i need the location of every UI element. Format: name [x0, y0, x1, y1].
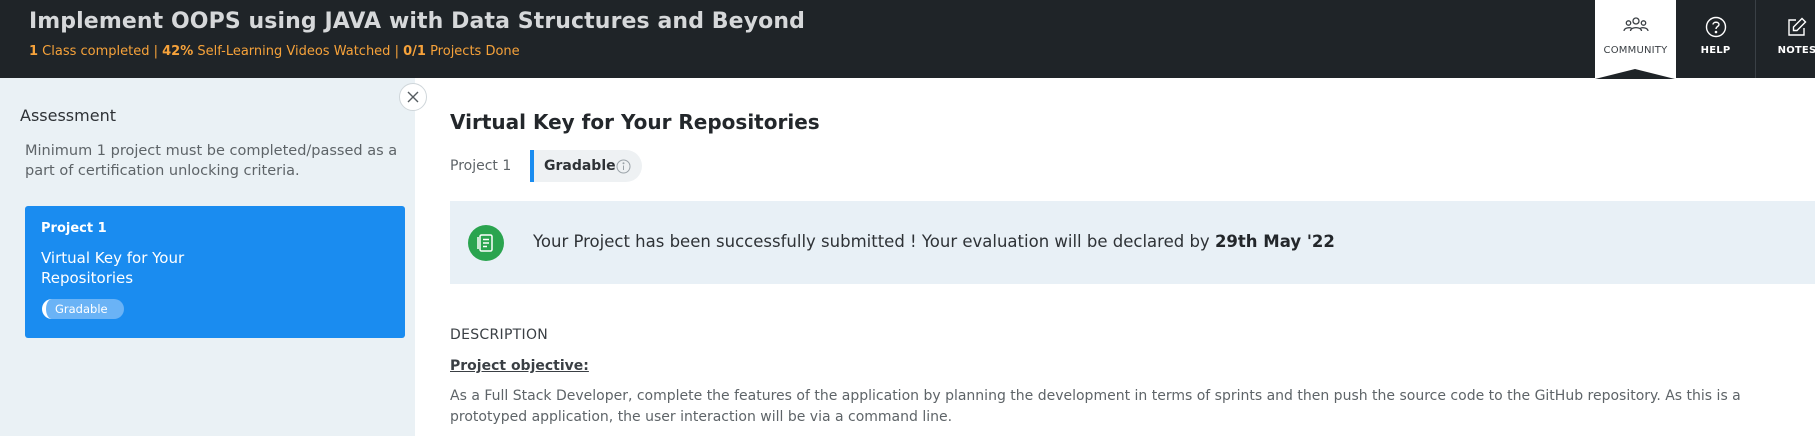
classes-count: 1: [29, 44, 39, 59]
close-sidebar-button[interactable]: [399, 83, 427, 111]
course-progress: 1 Class completed | 42% Self-Learning Vi…: [29, 44, 520, 59]
objective-text: As a Full Stack Developer, complete the …: [450, 388, 1741, 425]
success-message-text: Your Project has been successfully submi…: [533, 232, 1215, 251]
assessment-sidebar: Assessment Minimum 1 project must be com…: [0, 78, 415, 436]
help-icon: [1705, 16, 1727, 42]
objective-heading: Project objective:: [450, 358, 589, 374]
projects-text: Projects Done: [425, 44, 520, 59]
success-message: Your Project has been successfully submi…: [533, 232, 1335, 251]
project-label: Project 1: [450, 158, 512, 174]
course-header: Implement OOPS using JAVA with Data Stru…: [0, 0, 1815, 79]
help-button[interactable]: HELP: [1676, 0, 1756, 78]
document-check-icon: [468, 225, 504, 261]
submission-success-banner: Your Project has been successfully submi…: [450, 201, 1815, 284]
project-card[interactable]: Project 1 Virtual Key for Your Repositor…: [25, 206, 405, 338]
info-icon[interactable]: [616, 159, 631, 178]
notes-label: NOTES: [1777, 45, 1815, 56]
gradable-tag: Gradable: [530, 150, 642, 182]
description-heading: DESCRIPTION: [450, 327, 549, 343]
videos-text: Self-Learning Videos Watched |: [193, 44, 404, 59]
projects-count: 0/1: [403, 44, 426, 59]
classes-text: Class completed |: [38, 44, 163, 59]
course-title: Implement OOPS using JAVA with Data Stru…: [29, 9, 805, 34]
community-button[interactable]: COMMUNITY: [1595, 0, 1676, 79]
community-icon: [1622, 16, 1649, 38]
project-card-badge: Gradable: [42, 299, 124, 319]
videos-percent: 42%: [162, 44, 194, 59]
help-label: HELP: [1700, 45, 1731, 56]
sidebar-title: Assessment: [20, 106, 116, 125]
community-label: COMMUNITY: [1603, 45, 1668, 56]
evaluation-date: 29th May '22: [1214, 232, 1335, 251]
project-card-title: Virtual Key for Your Repositories: [41, 249, 185, 287]
sidebar-description: Minimum 1 project must be completed/pass…: [25, 143, 398, 179]
project-card-number: Project 1: [41, 221, 107, 236]
notes-button[interactable]: NOTES: [1757, 0, 1815, 78]
notes-icon: [1786, 16, 1808, 42]
page-title: Virtual Key for Your Repositories: [450, 110, 820, 134]
gradable-label: Gradable: [544, 158, 616, 174]
